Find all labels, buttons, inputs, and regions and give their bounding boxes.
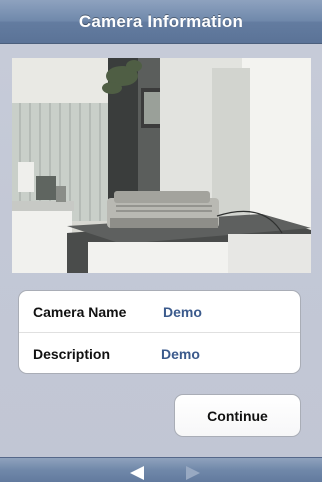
camera-name-label: Camera Name: [33, 303, 127, 320]
page-title: Camera Information: [78, 11, 244, 31]
continue-button[interactable]: Continue: [174, 394, 301, 437]
arrow-left-icon[interactable]: [128, 465, 146, 481]
camera-name-row: Camera Name Demo: [19, 291, 300, 333]
description-value[interactable]: Demo: [161, 346, 200, 362]
camera-preview: [12, 58, 311, 273]
camera-preview-image: [12, 58, 311, 273]
camera-name-value[interactable]: Demo: [163, 304, 202, 320]
description-label: Description: [33, 345, 111, 362]
description-row: Description Demo: [19, 333, 300, 373]
bottom-toolbar: [0, 457, 322, 482]
navigation-bar: Camera Information: [0, 0, 322, 44]
camera-info-card: Camera Name Demo Description Demo: [18, 290, 301, 374]
arrow-right-icon[interactable]: [184, 465, 202, 481]
